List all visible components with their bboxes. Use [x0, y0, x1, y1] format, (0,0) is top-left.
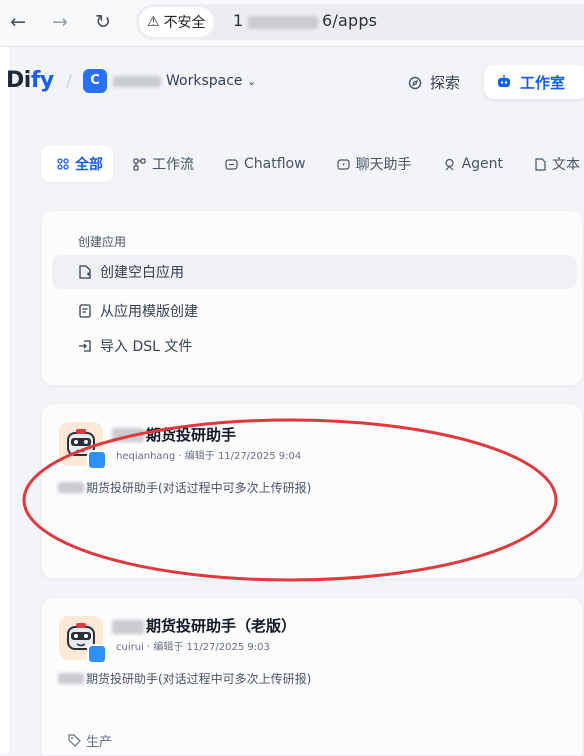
url-suffix: 6/apps: [322, 11, 378, 30]
import-dsl-button[interactable]: 导入 DSL 文件: [52, 329, 577, 363]
breadcrumb-separator: /: [66, 71, 73, 92]
robot-icon: [498, 75, 510, 87]
tab-chatflow[interactable]: Chatflow: [225, 156, 306, 172]
chat-icon: [336, 158, 350, 170]
file-plus-icon: [79, 265, 91, 279]
tab-workflow[interactable]: 工作流: [133, 154, 194, 174]
logo-text-b: fy: [30, 68, 54, 93]
studio-button[interactable]: 工作室: [484, 65, 584, 99]
template-icon: [79, 304, 91, 318]
tab-agent[interactable]: Agent: [443, 156, 503, 172]
redacted-name: [112, 620, 144, 634]
tab-chat-assistant[interactable]: 聊天助手: [336, 154, 412, 174]
chatflow-icon: [225, 158, 238, 170]
back-arrow-icon[interactable]: ←: [4, 8, 32, 36]
app-name: 期货投研助手: [146, 426, 237, 444]
create-item-label: 导入 DSL 文件: [100, 339, 193, 355]
security-label: 不安全: [163, 15, 206, 31]
doc-icon: [535, 157, 546, 171]
redacted-desc: [58, 673, 84, 684]
workspace-switcher[interactable]: Workspace ⌄: [166, 73, 256, 89]
redacted-name: [112, 428, 144, 442]
tag-label: 生产: [86, 735, 113, 750]
app-tags[interactable]: 生产: [68, 731, 112, 750]
url-prefix: 1: [233, 11, 244, 30]
tag-icon: [68, 734, 81, 747]
grid-icon: [57, 158, 69, 170]
create-item-label: 从应用模版创建: [100, 304, 198, 320]
explore-button[interactable]: 探索: [408, 72, 460, 93]
create-app-card: 创建应用 创建空白应用 从应用模版创建 导入 DSL 文件: [41, 210, 583, 386]
tab-label: Agent: [461, 156, 504, 172]
tab-all[interactable]: 全部: [41, 146, 113, 182]
forward-arrow-icon[interactable]: →: [46, 8, 74, 36]
tab-label: 工作流: [152, 157, 194, 173]
redacted-url: [248, 16, 318, 29]
app-meta: heqianhang · 编辑于 11/27/2025 9:04: [116, 451, 302, 462]
workspace-avatar[interactable]: C: [83, 69, 107, 93]
studio-label: 工作室: [520, 73, 566, 92]
logo-text-a: Di: [6, 68, 31, 93]
left-edge: [0, 47, 9, 754]
chat-badge-icon: [87, 450, 107, 470]
reload-icon[interactable]: ↻: [89, 8, 117, 36]
tab-label: 文本: [552, 157, 581, 173]
explore-label: 探索: [430, 74, 461, 92]
dify-logo[interactable]: Dify: [6, 68, 54, 93]
import-icon: [79, 340, 91, 352]
compass-icon: [408, 76, 422, 89]
create-item-label: 创建空白应用: [100, 265, 184, 281]
browser-toolbar: ← → ↻ ⚠ 不安全 1 6/apps: [0, 0, 584, 47]
app-meta: cuirui · 编辑于 11/27/2025 9:03: [116, 642, 270, 653]
app-description: 期货投研助手(对话过程中可多次上传研报): [86, 672, 312, 686]
tab-label: 全部: [75, 157, 103, 173]
redacted-desc: [58, 482, 84, 493]
address-bar[interactable]: ⚠ 不安全 1 6/apps: [136, 4, 584, 40]
agent-icon: [444, 158, 454, 170]
workspace-label: Workspace: [166, 73, 243, 89]
create-app-title: 创建应用: [78, 235, 127, 249]
chat-badge-icon: [87, 644, 107, 664]
create-from-template-button[interactable]: 从应用模版创建: [52, 294, 577, 328]
app-name: 期货投研助手（老版）: [146, 617, 297, 635]
app-card[interactable]: 期货投研助手（老版） cuirui · 编辑于 11/27/2025 9:03 …: [41, 597, 583, 756]
tab-text[interactable]: 文本: [534, 154, 580, 174]
app-description: 期货投研助手(对话过程中可多次上传研报): [86, 481, 312, 495]
redacted-workspace: [113, 76, 161, 87]
tab-label: Chatflow: [244, 156, 306, 172]
security-chip[interactable]: ⚠ 不安全: [139, 7, 214, 37]
app-header: Dify / C Workspace ⌄ 探索 工作室: [0, 47, 584, 113]
chevron-down-icon: ⌄: [246, 75, 257, 88]
warning-icon: ⚠: [147, 14, 160, 30]
category-tabs: 全部 工作流 Chatflow 聊天助手 Agent 文本: [41, 146, 584, 182]
tab-label: 聊天助手: [355, 157, 412, 173]
workflow-icon: [133, 157, 146, 171]
app-avatar: [59, 422, 107, 470]
create-blank-app-button[interactable]: 创建空白应用: [52, 255, 577, 289]
app-card[interactable]: 期货投研助手 heqianhang · 编辑于 11/27/2025 9:04 …: [41, 403, 583, 579]
app-avatar: [59, 616, 107, 664]
